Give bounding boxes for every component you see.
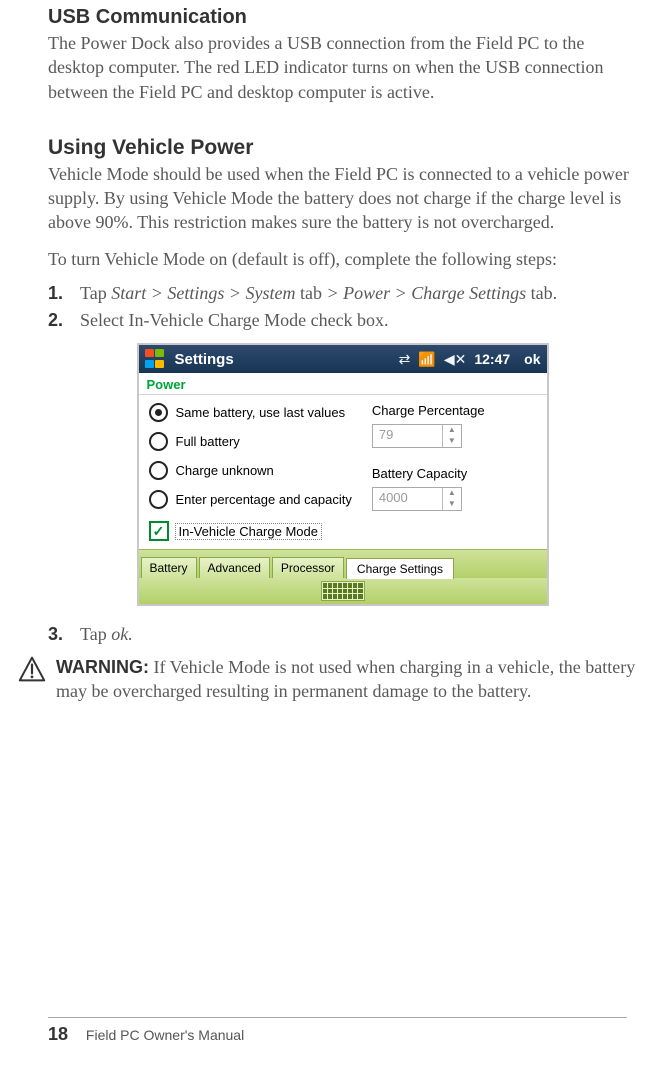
radio-icon — [149, 461, 168, 480]
embedded-screenshot: Settings ⇄ 📶 ◀✕ 12:47 ok Power Same batt… — [137, 343, 549, 606]
clock: 12:47 — [474, 351, 510, 367]
spin-down-icon[interactable]: ▼ — [443, 436, 461, 447]
warning-label: WARNING: — [56, 657, 149, 677]
footer-title: Field PC Owner's Manual — [86, 1027, 244, 1043]
battery-capacity-field[interactable]: 4000 ▲▼ — [372, 487, 462, 511]
applet-title: Power — [139, 373, 547, 395]
spin-up-icon[interactable]: ▲ — [443, 425, 461, 436]
signal-icon[interactable]: 📶 — [418, 351, 435, 368]
battery-capacity-value: 4000 — [373, 488, 442, 510]
charge-percentage-label: Charge Percentage — [372, 403, 485, 418]
radio-same-battery[interactable]: Same battery, use last values — [149, 403, 352, 422]
battery-capacity-label: Battery Capacity — [372, 466, 485, 481]
window-title: Settings — [175, 351, 234, 368]
radio-icon — [149, 432, 168, 451]
radio-label: Full battery — [176, 434, 240, 449]
radio-full-battery[interactable]: Full battery — [149, 432, 352, 451]
step-1-d: > Power > Charge Settings — [322, 283, 531, 303]
volume-icon[interactable]: ◀✕ — [444, 351, 467, 368]
page-number: 18 — [48, 1024, 68, 1044]
spin-down-icon[interactable]: ▼ — [443, 499, 461, 510]
warning-icon — [18, 655, 46, 688]
charge-percentage-field[interactable]: 79 ▲▼ — [372, 424, 462, 448]
radio-label: Enter percentage and capacity — [176, 492, 352, 507]
connectivity-icon[interactable]: ⇄ — [399, 351, 411, 368]
ok-button[interactable]: ok — [524, 351, 540, 367]
step-3: Tap ok. — [48, 624, 637, 645]
spin-up-icon[interactable]: ▲ — [443, 488, 461, 499]
charge-percentage-value: 79 — [373, 425, 442, 447]
start-icon[interactable] — [145, 349, 167, 369]
body-vehicle-2: To turn Vehicle Mode on (default is off)… — [48, 247, 637, 271]
titlebar: Settings ⇄ 📶 ◀✕ 12:47 ok — [139, 345, 547, 373]
step-3-a: Tap — [80, 624, 111, 644]
radio-charge-unknown[interactable]: Charge unknown — [149, 461, 352, 480]
radio-icon — [149, 490, 168, 509]
checkbox-label: In-Vehicle Charge Mode — [175, 523, 322, 540]
keyboard-icon[interactable] — [321, 581, 365, 601]
step-2: Select In-Vehicle Charge Mode check box. — [48, 310, 637, 331]
step-1-b: Start > Settings > System — [111, 283, 300, 303]
radio-enter-capacity[interactable]: Enter percentage and capacity — [149, 490, 352, 509]
body-usb: The Power Dock also provides a USB conne… — [48, 31, 637, 104]
step-1: Tap Start > Settings > System tab > Powe… — [48, 283, 637, 304]
heading-usb: USB Communication — [48, 6, 637, 29]
step-1-c: tab — [300, 283, 322, 303]
step-2-b: In-Vehicle Charge Mode — [128, 310, 310, 330]
step-2-a: Select — [80, 310, 128, 330]
tab-battery[interactable]: Battery — [141, 557, 197, 578]
step-1-a: Tap — [80, 283, 111, 303]
checkbox-icon: ✓ — [149, 521, 169, 541]
tab-processor[interactable]: Processor — [272, 557, 344, 578]
step-3-b: ok. — [111, 624, 133, 644]
tab-charge-settings[interactable]: Charge Settings — [346, 558, 454, 579]
radio-label: Charge unknown — [176, 463, 274, 478]
radio-label: Same battery, use last values — [176, 405, 346, 420]
in-vehicle-checkbox-row[interactable]: ✓ In-Vehicle Charge Mode — [149, 521, 537, 541]
step-1-e: tab. — [531, 283, 558, 303]
body-vehicle-1: Vehicle Mode should be used when the Fie… — [48, 162, 637, 235]
step-2-c: check box. — [311, 310, 389, 330]
warning-text: WARNING: If Vehicle Mode is not used whe… — [56, 655, 637, 704]
heading-vehicle: Using Vehicle Power — [48, 136, 637, 160]
tab-bar: Battery Advanced Processor Charge Settin… — [139, 549, 547, 578]
sip-bar — [139, 578, 547, 604]
page-footer: 18 Field PC Owner's Manual — [48, 1017, 627, 1045]
radio-icon — [149, 403, 168, 422]
tab-advanced[interactable]: Advanced — [199, 557, 270, 578]
